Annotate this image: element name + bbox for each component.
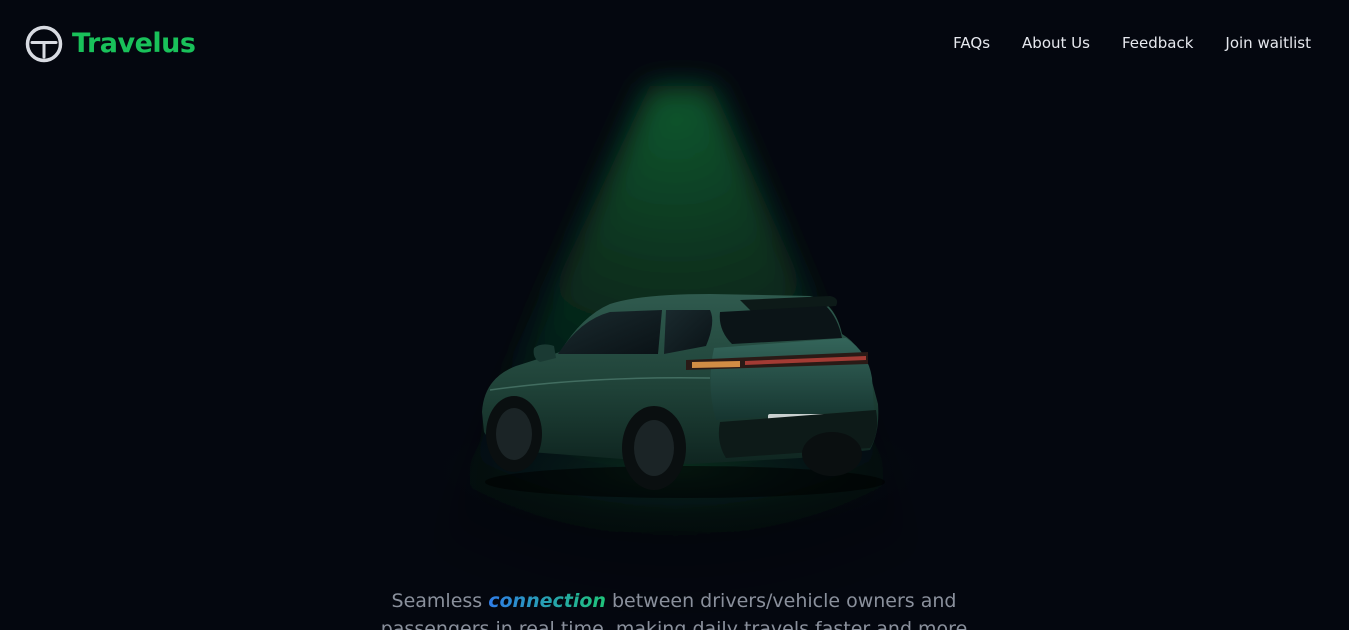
hero-car-image [482, 294, 885, 498]
nav-link-about-us[interactable]: About Us [1022, 32, 1090, 54]
tagline-text-before: Seamless [391, 590, 483, 612]
site-header: Travelus FAQs About Us Feedback Join wai… [0, 0, 1349, 88]
nav-link-faqs[interactable]: FAQs [953, 32, 990, 54]
main-nav: FAQs About Us Feedback Join waitlist [953, 32, 1311, 54]
hero-tagline: Seamless connection between drivers/vehi… [374, 587, 974, 630]
landing-page: Travelus FAQs About Us Feedback Join wai… [0, 0, 1349, 630]
tagline-highlight: connection [488, 590, 606, 612]
nav-link-join-waitlist[interactable]: Join waitlist [1225, 32, 1311, 54]
brand-logo[interactable]: Travelus [24, 24, 196, 64]
brand-name: Travelus [72, 28, 196, 59]
steering-wheel-icon [25, 25, 63, 63]
nav-link-feedback[interactable]: Feedback [1122, 32, 1193, 54]
